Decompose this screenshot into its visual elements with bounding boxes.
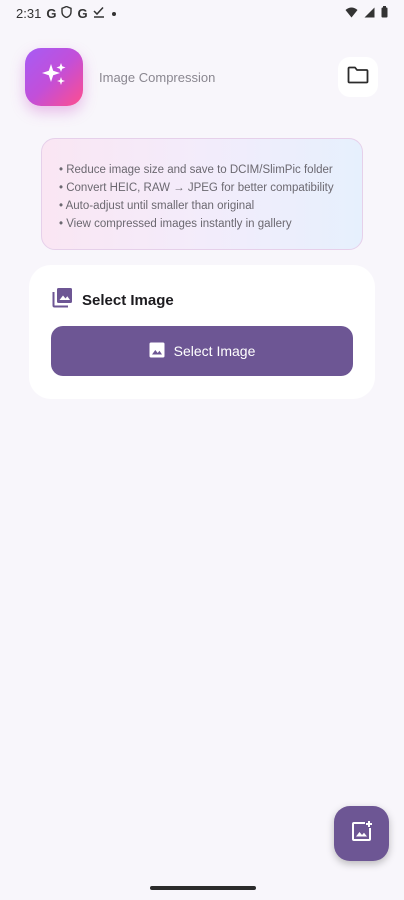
status-left: 2:31 G G [16,5,118,21]
info-line: • Reduce image size and save to DCIM/Sli… [59,164,333,176]
battery-icon [381,5,388,21]
shield-icon [61,5,73,21]
folder-icon [347,66,369,89]
status-right [345,5,388,21]
info-card: • Reduce image size and save to DCIM/Sli… [41,138,363,250]
google-g-icon: G [46,5,57,21]
signal-icon [364,6,375,21]
add-photo-icon [351,820,373,847]
page-title: Image Compression [99,70,216,85]
check-list-icon [93,6,105,21]
wifi-icon [345,6,358,21]
select-image-header: Select Image [52,287,174,313]
gesture-nav-handle[interactable] [150,886,256,890]
google-g-icon: G [77,5,88,21]
info-line: • Convert HEIC, RAW → JPEG for better co… [59,182,334,194]
select-image-button-label: Select Image [173,343,256,359]
photo-library-icon [52,287,73,313]
select-image-button[interactable]: Select Image [51,326,353,376]
folder-button[interactable] [338,57,378,97]
dot-icon [110,6,118,21]
sparkles-icon [40,61,68,94]
info-line: • Auto-adjust until smaller than origina… [59,200,255,212]
select-image-title: Select Image [82,291,174,309]
image-icon [149,342,165,361]
status-time: 2:31 [16,5,42,21]
status-bar: 2:31 G G [0,0,404,26]
add-photo-fab[interactable] [334,806,389,861]
select-image-card: Select Image Select Image [29,265,375,399]
info-line: • View compressed images instantly in ga… [59,218,292,230]
app-icon[interactable] [25,48,83,106]
